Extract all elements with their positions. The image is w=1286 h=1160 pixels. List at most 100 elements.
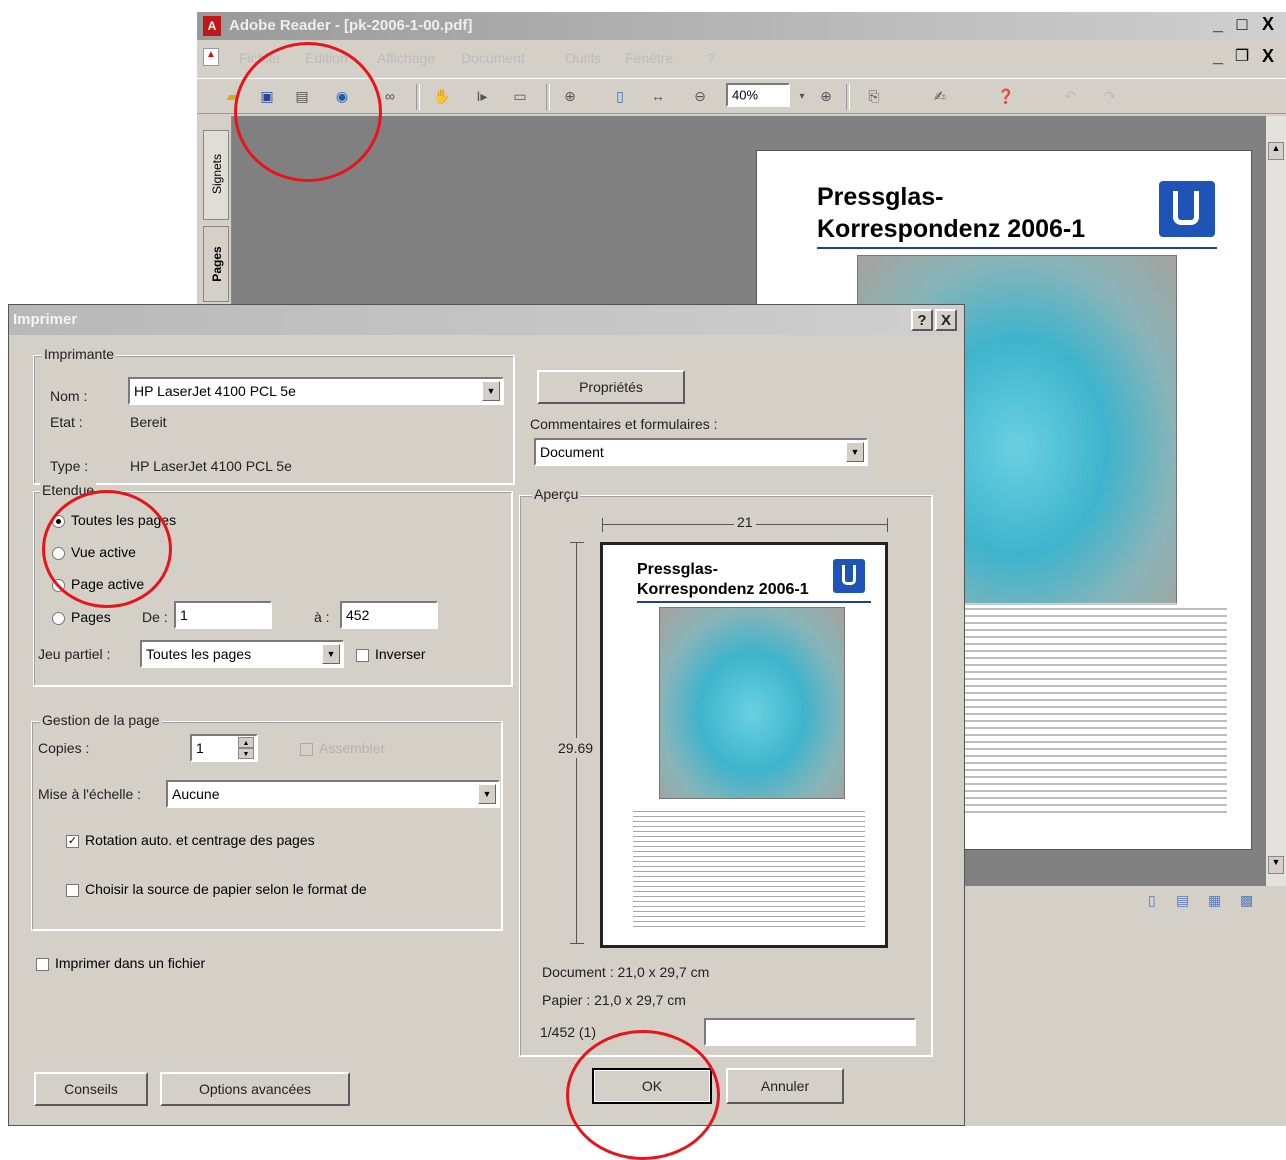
undo-icon[interactable]: ↶ xyxy=(1060,86,1080,106)
radio-current-view[interactable]: Vue active xyxy=(52,544,136,560)
save-icon[interactable]: ▣ xyxy=(257,86,277,106)
radio-current-page[interactable]: Page active xyxy=(52,576,144,592)
radio-selected-icon xyxy=(52,514,65,528)
to-label: à : xyxy=(314,609,330,625)
stepper-down-icon[interactable]: ▼ xyxy=(238,748,254,759)
radio-current-page-label: Page active xyxy=(71,576,145,592)
continuous-facing-icon[interactable]: ▩ xyxy=(1240,892,1253,909)
tab-pages[interactable]: Pages xyxy=(203,226,229,302)
comments-forms-select[interactable]: Document ▼ xyxy=(534,438,868,466)
chevron-down-icon[interactable]: ▼ xyxy=(482,381,500,401)
radio-icon xyxy=(52,578,65,592)
zoom-plus-icon[interactable]: ⊕ xyxy=(816,86,836,106)
chevron-down-icon[interactable]: ▼ xyxy=(478,784,496,804)
ok-button[interactable]: OK xyxy=(592,1068,712,1104)
email-icon[interactable]: ◉ xyxy=(332,86,352,106)
auto-rotate-label: Rotation auto. et centrage des pages xyxy=(85,832,315,848)
doc-close-button[interactable]: X xyxy=(1258,46,1278,67)
cancel-button[interactable]: Annuler xyxy=(726,1068,844,1104)
maximize-button[interactable]: □ xyxy=(1232,14,1252,36)
menu-item-window[interactable]: Fenêtre xyxy=(625,50,673,66)
checkbox-icon xyxy=(66,883,79,897)
doc-title-underline xyxy=(817,247,1217,249)
copies-stepper[interactable]: 1 ▲ ▼ xyxy=(190,734,258,762)
preview-page-scroller[interactable] xyxy=(704,1018,916,1046)
search-binoculars-icon[interactable]: ∞ xyxy=(380,86,400,106)
dialog-close-button[interactable]: X xyxy=(935,309,957,331)
print-to-file-checkbox[interactable]: Imprimer dans un fichier xyxy=(36,955,205,971)
preview-page: Pressglas- Korrespondenz 2006-1 xyxy=(600,542,888,948)
printer-name-select[interactable]: HP LaserJet 4100 PCL 5e ▼ xyxy=(128,377,504,405)
subset-label: Jeu partiel : xyxy=(38,646,111,662)
to-page-input[interactable]: 452 xyxy=(340,601,438,629)
doc-restore-button[interactable]: ❐ xyxy=(1232,46,1252,66)
vertical-scrollbar[interactable]: ▲ ▼ xyxy=(1266,116,1286,886)
dialog-help-button[interactable]: ? xyxy=(911,309,933,331)
radio-all-pages-label: Toutes les pages xyxy=(71,512,177,528)
menu-bar: ▲ Fichier Edition Affichage Document Out… xyxy=(197,44,1286,72)
tips-button[interactable]: Conseils xyxy=(34,1072,148,1106)
collate-checkbox[interactable]: Assembler xyxy=(300,740,385,756)
redo-icon[interactable]: ↷ xyxy=(1100,86,1120,106)
single-page-icon[interactable]: ▯ xyxy=(1148,892,1156,909)
menu-item-tools[interactable]: Outils xyxy=(565,50,601,66)
sign-icon[interactable]: ✍ xyxy=(930,86,950,106)
from-page-value: 1 xyxy=(180,607,188,623)
menu-item-document[interactable]: Document xyxy=(461,50,525,66)
radio-pages[interactable]: Pages xyxy=(52,609,111,625)
actual-size-icon[interactable]: ▯ xyxy=(610,86,630,106)
continuous-icon[interactable]: ▤ xyxy=(1176,892,1189,909)
close-window-button[interactable]: X xyxy=(1258,14,1278,36)
radio-all-pages[interactable]: Toutes les pages xyxy=(52,512,176,528)
subset-select[interactable]: Toutes les pages ▼ xyxy=(140,640,344,668)
window-title: Adobe Reader - [pk-2006-1-00.pdf] xyxy=(229,17,473,34)
chevron-down-icon[interactable]: ▼ xyxy=(846,442,864,462)
page-counter: 1/452 (1) xyxy=(540,1024,597,1040)
toolbar-separator xyxy=(846,84,850,110)
scroll-up-arrow-icon[interactable]: ▲ xyxy=(1268,142,1284,160)
document-size: Document : 21,0 x 29,7 cm xyxy=(542,964,710,980)
doc-text-block xyxy=(957,603,1227,813)
fit-width-icon[interactable]: ↔ xyxy=(648,86,668,106)
menu-item-view[interactable]: Affichage xyxy=(377,50,435,66)
chevron-down-icon[interactable]: ▼ xyxy=(322,644,340,664)
tab-bookmarks-label: Signets xyxy=(210,153,224,195)
reverse-checkbox[interactable]: Inverser xyxy=(356,646,426,662)
snapshot-icon[interactable]: ▭ xyxy=(510,86,530,106)
stepper-up-icon[interactable]: ▲ xyxy=(238,737,254,748)
toolbar-separator xyxy=(416,84,420,110)
zoom-in-icon[interactable]: ⊕ xyxy=(560,86,580,106)
menu-item-file[interactable]: Fichier xyxy=(239,50,281,66)
help-icon[interactable]: ❓ xyxy=(996,86,1016,106)
auto-rotate-checkbox[interactable]: ✓ Rotation auto. et centrage des pages xyxy=(66,832,315,848)
minimize-button[interactable]: _ xyxy=(1208,14,1228,36)
window-controls: _ □ X xyxy=(1208,14,1286,38)
hand-tool-icon[interactable]: ✋ xyxy=(432,86,452,106)
dialog-title-bar[interactable]: Imprimer ? X xyxy=(9,305,964,335)
zoom-out-icon[interactable]: ⊖ xyxy=(690,86,710,106)
advanced-options-button[interactable]: Options avancées xyxy=(160,1072,350,1106)
select-text-icon[interactable]: I▸ xyxy=(472,86,492,106)
properties-button[interactable]: Propriétés xyxy=(537,370,685,404)
scroll-down-arrow-icon[interactable]: ▼ xyxy=(1268,856,1284,874)
adobe-app-icon: A xyxy=(203,16,221,36)
from-page-input[interactable]: 1 xyxy=(174,601,272,629)
copies-label: Copies : xyxy=(38,740,90,756)
facing-icon[interactable]: ▦ xyxy=(1208,892,1221,909)
tab-bookmarks[interactable]: Signets xyxy=(203,130,229,220)
range-group-legend: Etendue xyxy=(40,482,97,498)
open-folder-icon[interactable]: ▰ xyxy=(222,86,242,106)
doc-minimize-button[interactable]: _ xyxy=(1208,46,1228,67)
subset-value: Toutes les pages xyxy=(146,646,252,662)
radio-icon xyxy=(52,546,65,560)
zoom-dropdown-icon[interactable]: ▾ xyxy=(792,86,812,106)
scaling-select[interactable]: Aucune ▼ xyxy=(166,780,500,808)
menu-item-edit[interactable]: Edition xyxy=(305,50,348,66)
reader-title-bar[interactable]: A Adobe Reader - [pk-2006-1-00.pdf] xyxy=(197,12,1286,40)
paper-source-checkbox[interactable]: Choisir la source de papier selon le for… xyxy=(66,881,367,897)
zoom-field[interactable]: 40% xyxy=(726,83,790,107)
preview-text-block xyxy=(633,807,865,931)
print-icon[interactable]: ▤ xyxy=(292,86,312,106)
rotate-view-icon[interactable]: ⎘ xyxy=(864,86,884,106)
menu-item-help[interactable]: ? xyxy=(707,50,715,66)
